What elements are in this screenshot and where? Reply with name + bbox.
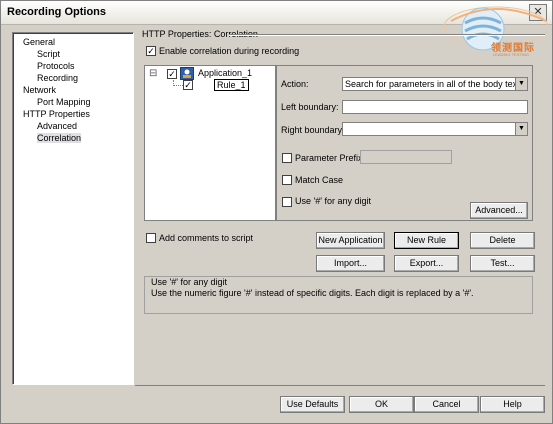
action-label: Action: bbox=[281, 79, 309, 89]
parameter-prefix-checkbox[interactable] bbox=[282, 153, 292, 163]
application-icon bbox=[180, 67, 194, 80]
description-box: Use the numeric figure '#' instead of sp… bbox=[144, 276, 533, 314]
add-comments-label: Add comments to script bbox=[159, 233, 254, 243]
new-rule-button[interactable]: New Rule bbox=[394, 232, 459, 249]
test-button[interactable]: Test... bbox=[470, 255, 535, 272]
new-application-button[interactable]: New Application bbox=[316, 232, 385, 249]
nav-item-recording[interactable]: Recording bbox=[37, 73, 78, 83]
group-divider bbox=[229, 34, 545, 35]
nav-item-http-properties[interactable]: HTTP Properties bbox=[23, 109, 90, 119]
options-nav-tree[interactable]: General Script Protocols Recording Netwo… bbox=[12, 32, 134, 385]
cancel-button[interactable]: Cancel bbox=[414, 396, 479, 413]
watermark-subtext: LEADING TESTING bbox=[493, 52, 529, 57]
rule-checkbox[interactable]: ✓ bbox=[183, 80, 193, 90]
recording-options-dialog: Recording Options ✕ 领测国际 LEADING TESTING… bbox=[0, 0, 553, 424]
footer-divider bbox=[135, 385, 545, 386]
advanced-button[interactable]: Advanced... bbox=[470, 202, 528, 219]
correlation-rules-tree[interactable]: ⊟ ✓ Application_1 ✓ Rule_1 bbox=[144, 65, 276, 221]
application-label[interactable]: Application_1 bbox=[198, 68, 252, 78]
nav-item-general[interactable]: General bbox=[23, 37, 55, 47]
left-boundary-input[interactable] bbox=[342, 100, 528, 114]
action-value: Search for parameters in all of the body… bbox=[345, 79, 520, 89]
match-case-label: Match Case bbox=[295, 175, 344, 185]
rule-label[interactable]: Rule_1 bbox=[214, 79, 249, 91]
use-defaults-button[interactable]: Use Defaults bbox=[280, 396, 345, 413]
tree-connector-branch bbox=[173, 85, 183, 86]
parameter-prefix-label: Parameter Prefix: bbox=[295, 153, 366, 163]
help-button[interactable]: Help bbox=[480, 396, 545, 413]
window-title: Recording Options bbox=[7, 6, 106, 18]
chevron-down-icon[interactable]: ▼ bbox=[515, 78, 527, 90]
nav-item-advanced[interactable]: Advanced bbox=[37, 121, 77, 131]
ok-button[interactable]: OK bbox=[349, 396, 414, 413]
use-hash-label: Use '#' for any digit bbox=[295, 196, 371, 206]
nav-item-port-mapping[interactable]: Port Mapping bbox=[37, 97, 91, 107]
parameter-prefix-input[interactable] bbox=[360, 150, 452, 164]
nav-item-network[interactable]: Network bbox=[23, 85, 56, 95]
use-hash-checkbox[interactable] bbox=[282, 197, 292, 207]
add-comments-checkbox[interactable] bbox=[146, 233, 156, 243]
enable-correlation-label: Enable correlation during recording bbox=[159, 46, 300, 56]
nav-item-protocols[interactable]: Protocols bbox=[37, 61, 75, 71]
collapse-tree-icon[interactable]: ⊟ bbox=[149, 68, 157, 79]
delete-button[interactable]: Delete bbox=[470, 232, 535, 249]
match-case-checkbox[interactable] bbox=[282, 175, 292, 185]
right-boundary-label: Right boundary: bbox=[281, 125, 345, 135]
enable-correlation-checkbox[interactable]: ✓ bbox=[146, 46, 156, 56]
right-boundary-dropdown[interactable]: ▼ bbox=[342, 122, 528, 136]
nav-item-script[interactable]: Script bbox=[37, 49, 60, 59]
export-button[interactable]: Export... bbox=[394, 255, 459, 272]
watermark-logo: 领测国际 LEADING TESTING bbox=[441, 1, 551, 63]
left-boundary-label: Left boundary: bbox=[281, 102, 339, 112]
application-checkbox[interactable]: ✓ bbox=[167, 69, 177, 79]
action-dropdown[interactable]: Search for parameters in all of the body… bbox=[342, 77, 528, 91]
rule-details-panel: Action: Search for parameters in all of … bbox=[276, 65, 533, 221]
nav-item-correlation[interactable]: Correlation bbox=[37, 133, 82, 143]
import-button[interactable]: Import... bbox=[316, 255, 385, 272]
chevron-down-icon[interactable]: ▼ bbox=[515, 123, 527, 135]
description-text: Use the numeric figure '#' instead of sp… bbox=[151, 288, 474, 298]
